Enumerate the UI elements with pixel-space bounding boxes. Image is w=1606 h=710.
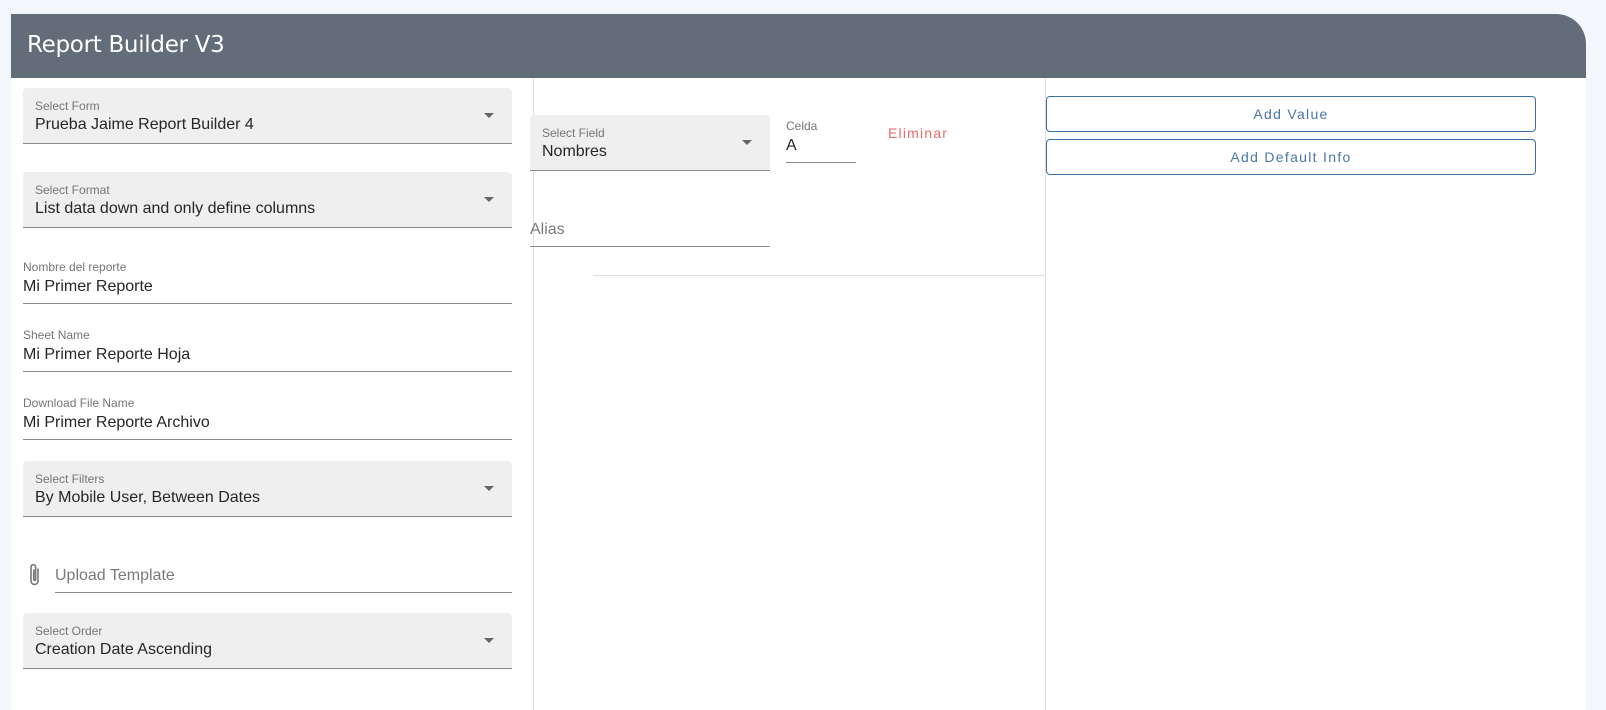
app-title: Report Builder V3: [27, 32, 225, 58]
sheet-name-label: Sheet Name: [23, 328, 90, 342]
select-filters-value: By Mobile User, Between Dates: [35, 489, 260, 506]
download-file-name-value: Mi Primer Reporte Archivo: [23, 414, 210, 431]
report-name-label: Nombre del reporte: [23, 260, 127, 274]
select-field-dropdown[interactable]: Select Field Nombres: [530, 115, 770, 171]
caret-down-icon: [484, 197, 494, 202]
select-form-value: Prueba Jaime Report Builder 4: [35, 116, 254, 133]
paperclip-icon[interactable]: [26, 562, 44, 588]
caret-down-icon: [484, 638, 494, 643]
select-field-value: Nombres: [542, 143, 607, 160]
celda-value: A: [786, 137, 797, 154]
upload-template-field[interactable]: Upload Template: [55, 562, 512, 593]
celda-label: Celda: [786, 119, 818, 133]
alias-placeholder: Alias: [530, 221, 565, 238]
caret-down-icon: [742, 140, 752, 145]
column-divider-left: [533, 78, 534, 710]
add-value-button[interactable]: Add Value: [1046, 96, 1536, 132]
select-format-label: Select Format: [35, 183, 110, 197]
delete-column-button[interactable]: Eliminar: [888, 125, 948, 141]
select-format-dropdown[interactable]: Select Format List data down and only de…: [23, 172, 512, 228]
select-form-label: Select Form: [35, 99, 100, 113]
select-field-label: Select Field: [542, 126, 605, 140]
caret-down-icon: [484, 486, 494, 491]
select-order-label: Select Order: [35, 624, 103, 638]
select-order-value: Creation Date Ascending: [35, 641, 212, 658]
caret-down-icon: [484, 113, 494, 118]
app-header: Report Builder V3: [11, 14, 1586, 78]
download-file-name-label: Download File Name: [23, 396, 135, 410]
select-filters-label: Select Filters: [35, 472, 105, 486]
select-filters-dropdown[interactable]: Select Filters By Mobile User, Between D…: [23, 461, 512, 517]
celda-field[interactable]: Celda A: [786, 119, 856, 163]
select-format-value: List data down and only define columns: [35, 200, 316, 217]
add-default-info-button[interactable]: Add Default Info: [1046, 139, 1536, 175]
select-form-dropdown[interactable]: Select Form Prueba Jaime Report Builder …: [23, 88, 512, 144]
row-separator: [593, 275, 1045, 276]
alias-field[interactable]: Alias: [530, 218, 770, 247]
sheet-name-value: Mi Primer Reporte Hoja: [23, 346, 191, 363]
report-name-value: Mi Primer Reporte: [23, 278, 153, 295]
sheet-name-field[interactable]: Sheet Name Mi Primer Reporte Hoja: [23, 328, 512, 372]
app-window: Report Builder V3 Select Form Prueba Jai…: [11, 14, 1586, 710]
download-file-name-field[interactable]: Download File Name Mi Primer Reporte Arc…: [23, 396, 512, 440]
upload-template-placeholder: Upload Template: [55, 567, 175, 584]
report-name-field[interactable]: Nombre del reporte Mi Primer Reporte: [23, 260, 512, 304]
select-order-dropdown[interactable]: Select Order Creation Date Ascending: [23, 613, 512, 669]
